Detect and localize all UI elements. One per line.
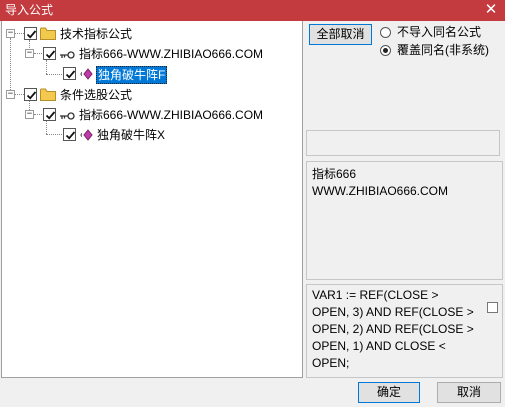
checkmark-icon — [45, 111, 56, 120]
tree-node-tech-indicator[interactable]: − 技术指标公式 — [2, 25, 302, 43]
formula-name-field — [306, 130, 500, 156]
folder-icon — [40, 27, 56, 43]
diamond-icon — [79, 129, 93, 144]
tree-node-label: 条件选股公式 — [60, 88, 133, 102]
tree-node-formula-x[interactable]: 独角破牛阵X — [2, 126, 302, 144]
tree-checkbox[interactable] — [43, 108, 56, 121]
import-formula-dialog: 导入公式 ✕ − 技术指标公式 − 指标666-WWW.ZHIBIAO666.C… — [0, 0, 505, 407]
formula-tree[interactable]: − 技术指标公式 − 指标666-WWW.ZHIBIAO666.COM 独角破牛… — [1, 21, 303, 378]
formula-code: VAR1 := REF(CLOSE > OPEN, 3) AND REF(CLO… — [306, 284, 503, 378]
checkmark-icon — [45, 50, 56, 59]
cancel-all-button[interactable]: 全部取消 — [309, 24, 372, 45]
tree-node-label: 技术指标公式 — [60, 27, 133, 41]
collapse-icon[interactable]: − — [6, 90, 15, 99]
code-checkbox[interactable] — [487, 302, 498, 313]
collapse-icon[interactable]: − — [25, 110, 34, 119]
code-line: OPEN, 2) AND REF(CLOSE > — [312, 322, 474, 336]
formula-description: 指标666 WWW.ZHIBIAO666.COM — [306, 161, 503, 280]
tree-node-formula-f[interactable]: 独角破牛阵F — [2, 65, 302, 84]
radio-dot — [383, 48, 388, 53]
tree-checkbox[interactable] — [63, 128, 76, 141]
tree-checkbox[interactable] — [43, 47, 56, 60]
tree-node-formula-group[interactable]: − 指标666-WWW.ZHIBIAO666.COM — [2, 45, 302, 63]
checkmark-icon — [65, 70, 76, 79]
option-label: 不导入同名公式 — [397, 25, 482, 39]
no-import-same-name-option[interactable]: 不导入同名公式 — [380, 25, 500, 41]
radio-selected[interactable] — [380, 45, 391, 56]
collapse-icon[interactable]: − — [25, 49, 34, 58]
code-line: OPEN, 1) AND CLOSE < — [312, 339, 446, 353]
checkmark-icon — [65, 131, 76, 140]
tree-node-label: 指标666-WWW.ZHIBIAO666.COM — [79, 47, 264, 61]
key-icon — [59, 110, 75, 124]
tree-node-label: 独角破牛阵F — [96, 66, 168, 84]
tree-node-label: 独角破牛阵X — [97, 128, 166, 142]
tree-checkbox[interactable] — [24, 27, 37, 40]
close-icon[interactable]: ✕ — [483, 2, 499, 18]
ok-button[interactable]: 确定 — [358, 382, 420, 403]
window-title: 导入公式 — [5, 3, 54, 17]
title-bar[interactable]: 导入公式 ✕ — [0, 0, 505, 21]
description-line: 指标666 — [312, 167, 357, 181]
tree-checkbox[interactable] — [63, 67, 76, 80]
folder-icon — [40, 88, 56, 104]
cancel-button[interactable]: 取消 — [437, 382, 501, 403]
checkmark-icon — [26, 30, 37, 39]
description-line: WWW.ZHIBIAO666.COM — [312, 184, 449, 198]
code-line: OPEN, 3) AND REF(CLOSE > — [312, 305, 474, 319]
radio-unselected[interactable] — [380, 27, 391, 38]
checkmark-icon — [26, 91, 37, 100]
collapse-icon[interactable]: − — [6, 29, 15, 38]
key-icon — [59, 49, 75, 63]
tree-node-label: 指标666-WWW.ZHIBIAO666.COM — [79, 108, 264, 122]
option-label: 覆盖同名(非系统) — [397, 43, 489, 57]
code-line: VAR1 := REF(CLOSE > — [312, 288, 439, 302]
tree-checkbox[interactable] — [24, 88, 37, 101]
diamond-icon — [79, 68, 93, 83]
code-line: OPEN; — [312, 356, 350, 370]
overwrite-same-name-option[interactable]: 覆盖同名(非系统) — [380, 43, 500, 59]
tree-node-formula-group[interactable]: − 指标666-WWW.ZHIBIAO666.COM — [2, 106, 302, 124]
tree-node-stock-screening[interactable]: − 条件选股公式 — [2, 86, 302, 104]
